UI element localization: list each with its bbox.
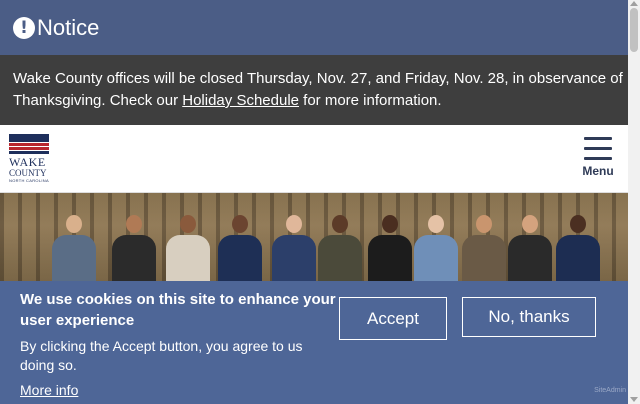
more-info-link[interactable]: More info <box>20 382 78 398</box>
accept-button[interactable]: Accept <box>339 297 447 340</box>
notice-header: ! Notice <box>0 0 628 55</box>
scroll-up-icon[interactable] <box>630 1 638 6</box>
logo-text-state: NORTH CAROLINA <box>9 178 49 183</box>
notice-text-after: for more information. <box>299 92 442 109</box>
photo-person <box>508 215 552 285</box>
wake-county-logo[interactable]: WAKE COUNTY NORTH CAROLINA <box>9 134 51 186</box>
menu-button[interactable]: Menu <box>580 137 616 183</box>
scroll-down-icon[interactable] <box>630 397 638 402</box>
photo-person <box>414 215 458 285</box>
logo-text-county: COUNTY <box>9 168 47 178</box>
cookie-banner: We use cookies on this site to enhance y… <box>0 281 628 404</box>
photo-person <box>318 215 362 285</box>
cookie-text: By clicking the Accept button, you agree… <box>20 338 303 373</box>
photo-person <box>112 215 156 285</box>
logo-flag-icon <box>9 134 49 154</box>
hamburger-icon <box>584 137 612 140</box>
photo-person <box>368 215 412 285</box>
hero-photo <box>0 193 628 285</box>
photo-person <box>218 215 262 285</box>
holiday-schedule-link[interactable]: Holiday Schedule <box>182 92 299 109</box>
exclamation-circle-icon: ! <box>13 16 35 39</box>
cookie-title: We use cookies on this site to enhance y… <box>20 291 336 329</box>
logo-text-wake: WAKE <box>9 155 46 169</box>
powered-by-label: SiteAdmin <box>594 387 626 394</box>
page-scrollbar[interactable] <box>628 0 640 404</box>
photo-person <box>556 215 600 285</box>
photo-person <box>272 215 316 285</box>
photo-person <box>462 215 506 285</box>
notice-message: Wake County offices will be closed Thurs… <box>0 55 628 125</box>
photo-person <box>52 215 96 285</box>
menu-label: Menu <box>582 164 614 178</box>
scrollbar-thumb[interactable] <box>630 8 638 52</box>
no-thanks-button[interactable]: No, thanks <box>462 297 596 337</box>
site-header: WAKE COUNTY NORTH CAROLINA Menu <box>0 125 628 193</box>
photo-person <box>166 215 210 285</box>
notice-title: Notice <box>37 14 100 40</box>
